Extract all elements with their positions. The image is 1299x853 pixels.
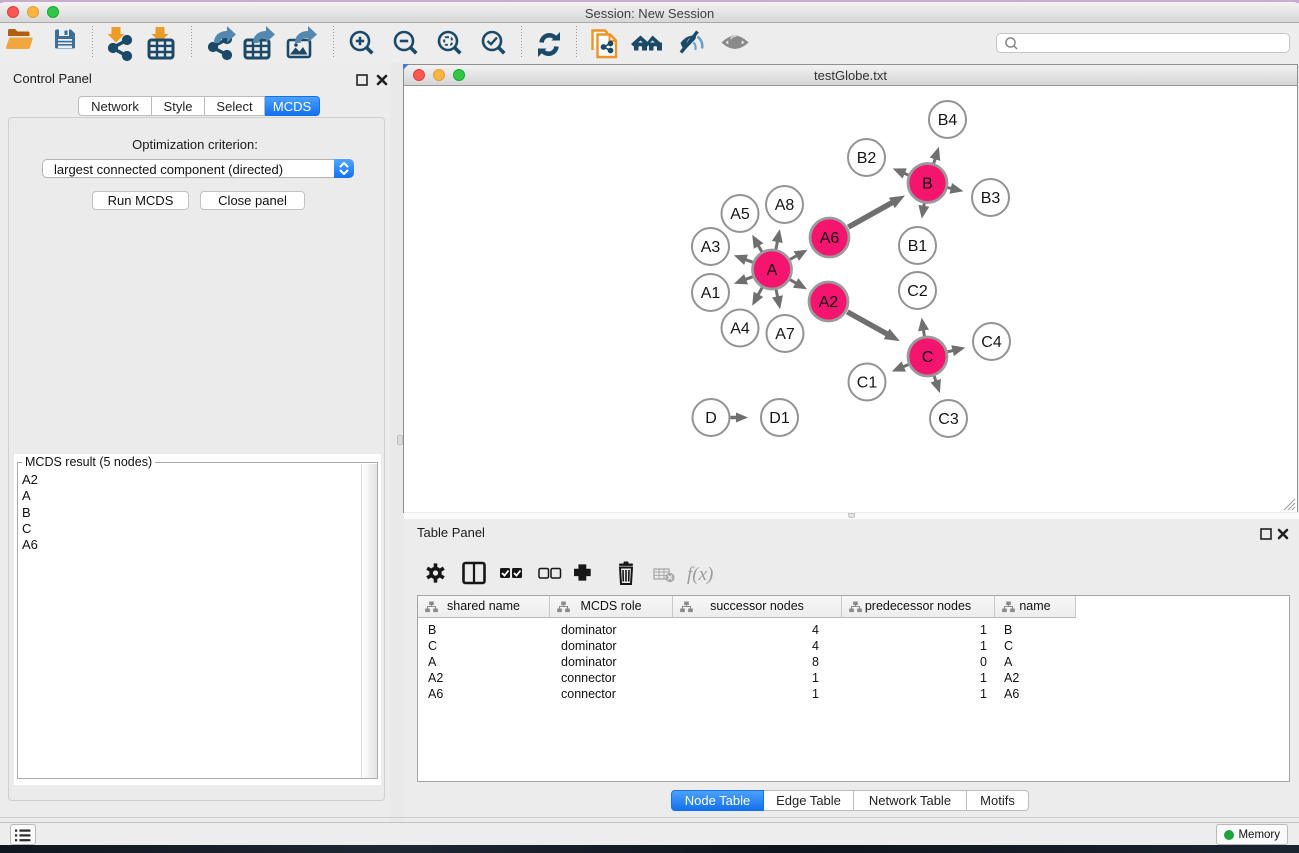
svg-text:f(x): f(x) bbox=[687, 564, 713, 585]
svg-text:C1: C1 bbox=[857, 375, 878, 392]
svg-text:A2: A2 bbox=[819, 294, 839, 311]
svg-text:C2: C2 bbox=[907, 283, 928, 300]
svg-text:B3: B3 bbox=[981, 190, 1001, 207]
svg-text:B1: B1 bbox=[908, 238, 928, 255]
svg-text:C3: C3 bbox=[938, 411, 959, 428]
svg-text:A6: A6 bbox=[820, 230, 840, 247]
svg-text:A5: A5 bbox=[730, 206, 750, 223]
svg-text:A3: A3 bbox=[701, 239, 721, 256]
svg-text:B4: B4 bbox=[938, 112, 958, 129]
svg-text:A8: A8 bbox=[775, 197, 795, 214]
svg-text:C: C bbox=[922, 349, 934, 366]
svg-text:D1: D1 bbox=[769, 410, 790, 427]
svg-text:A4: A4 bbox=[730, 321, 750, 338]
svg-text:A7: A7 bbox=[775, 326, 795, 343]
svg-text:B2: B2 bbox=[857, 150, 877, 167]
svg-text:C4: C4 bbox=[981, 334, 1002, 351]
svg-text:D: D bbox=[705, 410, 717, 427]
svg-text:B: B bbox=[922, 176, 933, 193]
svg-text:A1: A1 bbox=[701, 285, 721, 302]
svg-text:A: A bbox=[767, 262, 778, 279]
